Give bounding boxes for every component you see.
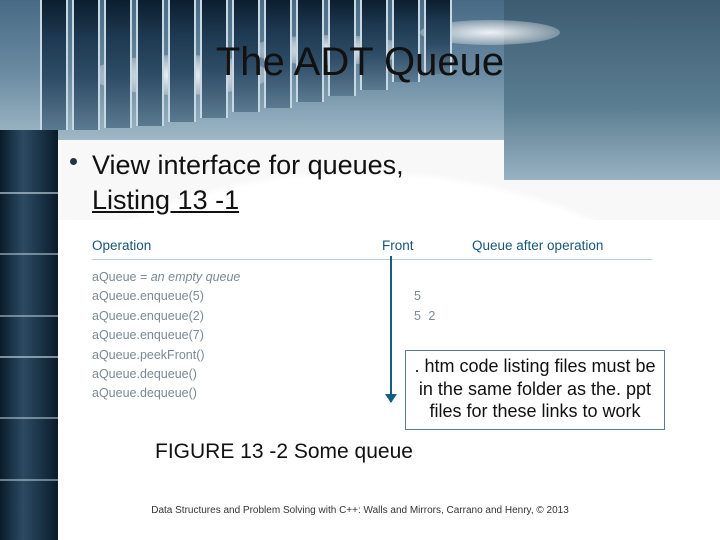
slide-title: The ADT Queue (0, 40, 720, 85)
bullet-text: View interface for queues, (92, 150, 404, 180)
figure-caption: FIGURE 13 -2 Some queue (155, 440, 413, 464)
listing-link[interactable]: Listing 13 -1 (92, 185, 239, 215)
table-row: aQueue.enqueue(2) 5 2 (92, 307, 652, 326)
bullet-dot-icon (70, 158, 77, 165)
col-after: Queue after operation (472, 238, 652, 253)
table-row: aQueue.enqueue(5) 5 (92, 287, 652, 306)
col-front: Front (382, 238, 472, 253)
table-row: aQueue.enqueue(7) (92, 326, 652, 345)
col-operation: Operation (92, 238, 382, 253)
figure-header: Operation Front Queue after operation (92, 234, 652, 260)
table-row: aQueue = an empty queue (92, 268, 652, 287)
slide-footer: Data Structures and Problem Solving with… (0, 505, 720, 516)
bullet-item: View interface for queues, Listing 13 -1 (92, 148, 404, 218)
note-box: . htm code listing files must be in the … (405, 350, 665, 430)
